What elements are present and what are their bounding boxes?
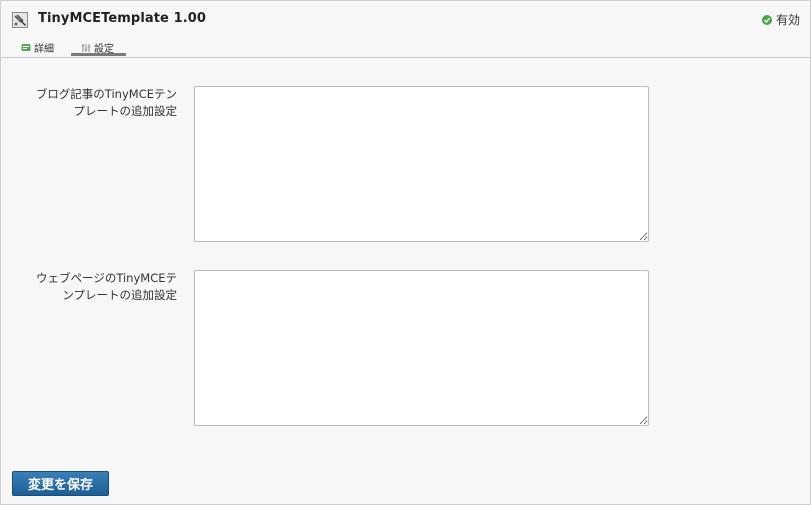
info-icon xyxy=(21,43,31,53)
webpage-template-textarea[interactable] xyxy=(194,270,649,426)
check-circle-icon xyxy=(761,14,772,25)
blog-template-textarea[interactable] xyxy=(194,86,649,242)
plugin-settings-panel: TinyMCETemplate 1.00 有効 詳細 設定 ブログ記事のTiny… xyxy=(0,0,811,505)
plugin-header: TinyMCETemplate 1.00 有効 xyxy=(1,1,810,37)
settings-icon xyxy=(81,43,91,53)
tab-details-label: 詳細 xyxy=(34,44,54,55)
plugin-icon xyxy=(12,12,28,28)
blog-template-label: ブログ記事のTinyMCEテン プレートの追加設定 xyxy=(7,86,177,120)
tab-bar: 詳細 設定 xyxy=(1,37,810,58)
webpage-template-label: ウェブページのTinyMCEテ ンプレートの追加設定 xyxy=(7,270,177,304)
webpage-template-label-line2: ンプレートの追加設定 xyxy=(62,288,177,302)
plugin-title: TinyMCETemplate 1.00 xyxy=(38,11,207,26)
tab-details[interactable]: 詳細 xyxy=(21,40,54,55)
status-indicator: 有効 xyxy=(761,11,800,28)
status-label: 有効 xyxy=(775,13,800,27)
active-tab-indicator xyxy=(71,53,126,56)
webpage-template-label-line1: ウェブページのTinyMCEテ xyxy=(36,271,177,285)
blog-template-label-line2: プレートの追加設定 xyxy=(73,104,178,118)
blog-template-label-line1: ブログ記事のTinyMCEテン xyxy=(35,87,177,101)
save-button[interactable]: 変更を保存 xyxy=(12,471,109,496)
